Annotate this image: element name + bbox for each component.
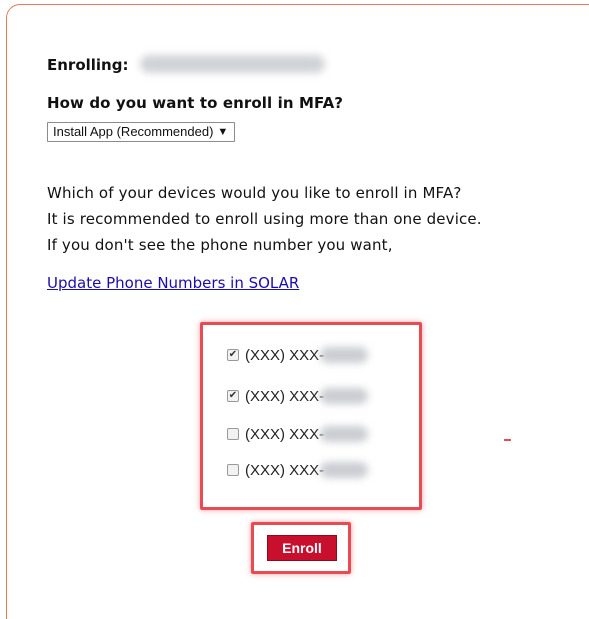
redacted-phone-digits xyxy=(320,347,369,363)
device-phone-number: (XXX) XXX- xyxy=(245,425,325,443)
device-checkbox[interactable] xyxy=(227,464,239,476)
recommendation-text: It is recommended to enroll using more t… xyxy=(47,210,482,228)
device-option[interactable]: (XXX) XXX- xyxy=(227,460,369,480)
redacted-user-name xyxy=(140,55,325,73)
missing-number-text: If you don't see the phone number you wa… xyxy=(47,236,393,254)
enroll-method-question: How do you want to enroll in MFA? xyxy=(47,94,344,112)
device-option[interactable]: ✔ (XXX) XXX- xyxy=(227,386,369,406)
enrolling-label: Enrolling: xyxy=(47,56,129,74)
devices-question: Which of your devices would you like to … xyxy=(47,184,462,202)
device-checkbox[interactable]: ✔ xyxy=(227,349,239,361)
device-phone-number: (XXX) XXX- xyxy=(245,387,325,405)
redacted-phone-digits xyxy=(320,426,369,442)
device-phone-number: (XXX) XXX- xyxy=(245,346,325,364)
enroll-button[interactable]: Enroll xyxy=(267,535,337,561)
dropdown-arrow-icon: ▼ xyxy=(217,126,229,138)
enroll-method-selected-value: Install App (Recommended) xyxy=(53,124,214,139)
annotation-mark xyxy=(504,439,511,441)
device-phone-number: (XXX) XXX- xyxy=(245,461,325,479)
update-phone-numbers-link[interactable]: Update Phone Numbers in SOLAR xyxy=(47,274,299,292)
enroll-method-select[interactable]: Install App (Recommended) ▼ xyxy=(47,122,236,142)
device-checkbox[interactable] xyxy=(227,428,239,440)
redacted-phone-digits xyxy=(320,462,369,478)
device-checkbox[interactable]: ✔ xyxy=(227,390,239,402)
device-option[interactable]: ✔ (XXX) XXX- xyxy=(227,345,369,365)
device-option[interactable]: (XXX) XXX- xyxy=(227,424,369,444)
redacted-phone-digits xyxy=(320,388,369,404)
